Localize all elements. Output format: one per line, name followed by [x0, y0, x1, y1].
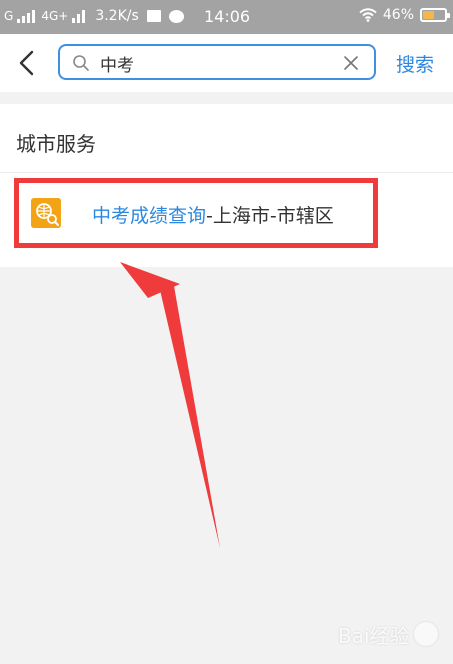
status-time: 14:06 [204, 7, 251, 26]
section-title: 城市服务 [16, 132, 96, 156]
search-box[interactable] [58, 44, 376, 80]
network-speed: 3.2K/s [95, 8, 139, 24]
result-item[interactable]: 中考成绩查询-上海市-市辖区 [14, 178, 378, 248]
status-left: G 4G+ 3.2K/s [4, 8, 184, 24]
search-icon [73, 55, 89, 71]
signal-icon [17, 9, 36, 23]
back-button[interactable] [12, 47, 40, 79]
battery-icon [420, 8, 450, 22]
result-label: 中考成绩查询-上海市-市辖区 [92, 201, 334, 228]
divider [0, 172, 453, 173]
carrier-1: G [4, 9, 14, 23]
status-right: 46% [359, 7, 450, 23]
signal-icon-2 [72, 9, 86, 23]
search-button[interactable]: 搜索 [396, 50, 434, 77]
clear-icon[interactable] [342, 54, 360, 72]
status-bar: G 4G+ 3.2K/s 14:06 46% [0, 0, 453, 34]
globe-search-icon [31, 198, 61, 228]
search-header: 搜索 [0, 34, 453, 92]
back-arrow-icon [19, 50, 34, 76]
watermark-text: Bai经验 [338, 623, 410, 648]
watermark: Bai经验 [338, 614, 448, 654]
annotation-arrow [120, 262, 220, 548]
message-notification-icon [168, 9, 184, 23]
wifi-icon [359, 8, 377, 22]
carrier-2: 4G+ [41, 9, 69, 23]
city-services-section: 城市服务 中考成绩查询-上海市-市辖区 [0, 104, 453, 267]
result-location: -上海市-市辖区 [206, 205, 334, 227]
paw-icon [413, 622, 438, 646]
search-input[interactable] [100, 50, 330, 76]
result-highlight: 中考成绩查询 [92, 205, 207, 227]
battery-percent: 46% [382, 7, 414, 23]
image-notification-icon [146, 10, 161, 22]
